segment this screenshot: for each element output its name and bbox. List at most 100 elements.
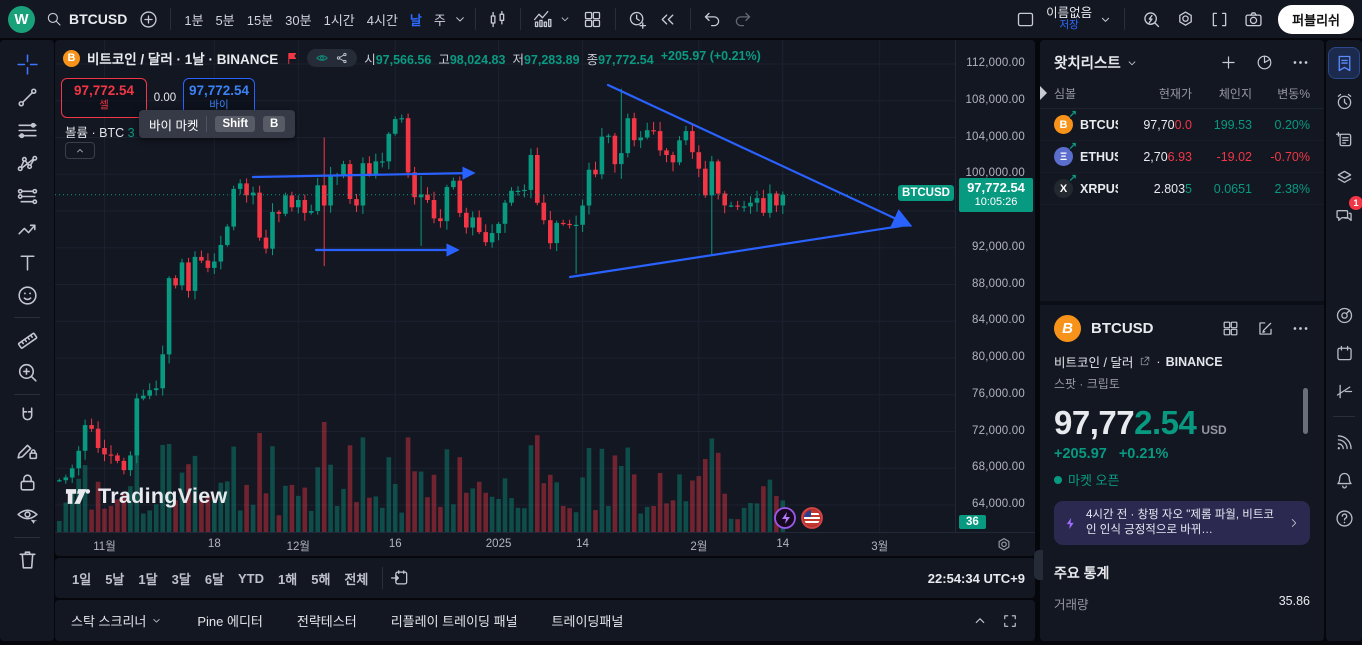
hide-drawings-tool-icon[interactable] [9, 499, 45, 532]
chart-type-icon[interactable] [483, 5, 513, 33]
zoom-in-tool-icon[interactable] [9, 356, 45, 389]
bar-replay-icon[interactable] [653, 5, 683, 33]
symbol-grid-icon[interactable] [1221, 319, 1240, 338]
snapshot-icon[interactable] [1238, 5, 1268, 33]
layers-sidebar-icon[interactable] [1329, 162, 1359, 192]
notifications-sidebar-icon[interactable] [1329, 465, 1359, 495]
create-alert-icon[interactable] [623, 5, 653, 33]
trash-tool-icon[interactable] [9, 543, 45, 576]
timeframe-1m[interactable]: 1분 [178, 6, 209, 33]
save-layout-button[interactable]: 저장 [1059, 19, 1078, 31]
external-link-icon[interactable] [1138, 355, 1151, 368]
market-status[interactable]: 마켓 오픈 [1054, 470, 1310, 489]
indicators-menu-icon[interactable] [558, 12, 572, 26]
legend-symbol-title[interactable]: 비트코인 / 달러 · 1날 · BINANCE [87, 48, 278, 68]
redo-icon[interactable] [728, 5, 758, 33]
timeframe-1d[interactable]: 날 [404, 6, 428, 33]
goto-date-icon[interactable] [390, 568, 410, 588]
signal-sidebar-icon[interactable] [1329, 427, 1359, 457]
text-tool-icon[interactable] [9, 246, 45, 279]
fib-lines-tool-icon[interactable] [9, 114, 45, 147]
tab-strategy-tester[interactable]: 전략테스터 [297, 611, 357, 630]
range-5y[interactable]: 5해 [304, 565, 337, 592]
watchlist-performance-icon[interactable] [1255, 53, 1274, 72]
projection-tool-icon[interactable] [9, 180, 45, 213]
notes-sidebar-icon[interactable] [1329, 124, 1359, 154]
drawing-lock-tool-icon[interactable] [9, 433, 45, 466]
range-5d[interactable]: 5날 [98, 565, 131, 592]
timeframe-4h[interactable]: 4시간 [361, 6, 404, 33]
watchlist-menu-icon[interactable] [1291, 53, 1310, 72]
help-sidebar-icon[interactable] [1329, 503, 1359, 533]
undo-icon[interactable] [698, 5, 728, 33]
xabcd-pattern-tool-icon[interactable] [9, 147, 45, 180]
lock-all-tool-icon[interactable] [9, 466, 45, 499]
range-ytd[interactable]: YTD [231, 567, 271, 590]
clock[interactable]: 22:54:34 UTC+9 [928, 571, 1025, 586]
range-all[interactable]: 전체 [337, 565, 375, 592]
watchlist-header-row[interactable]: 심볼 현재가 체인지 변동% [1040, 81, 1324, 109]
tab-trading-panel[interactable]: 트레이딩패널 [552, 611, 624, 630]
indicator-templates-icon[interactable] [578, 5, 608, 33]
timeframe-1w[interactable]: 주 [428, 6, 452, 33]
layout-name[interactable]: 이름없음 저장 [1046, 7, 1092, 31]
watchlist-row-xrpusd[interactable]: X↗ XRPUSD 2.8035 0.0651 2.38% [1040, 173, 1324, 205]
watchlist-title[interactable]: 왓치리스트 [1054, 52, 1139, 73]
panel-resize-handle[interactable] [1034, 550, 1043, 580]
chart-panel[interactable]: B 비트코인 / 달러 · 1날 · BINANCE 시97,566.56 고9… [55, 40, 1035, 556]
symbol-full-name[interactable]: 비트코인 / 달러 · BINANCE [1054, 352, 1310, 371]
timeframe-menu-icon[interactable] [452, 11, 468, 27]
scrollbar[interactable] [1303, 388, 1308, 434]
panel-maximize-icon[interactable] [1001, 612, 1019, 630]
volume-legend[interactable]: 볼륨 · BTC 3 [65, 122, 135, 141]
sell-button[interactable]: 97,772.54 셀 [61, 78, 147, 118]
magnet-tool-icon[interactable] [9, 400, 45, 433]
trend-line-tool-icon[interactable] [9, 81, 45, 114]
timeframe-30m[interactable]: 30분 [279, 6, 317, 33]
tab-replay-trading-panel[interactable]: 리플레이 트레이딩 패널 [391, 611, 518, 630]
range-1m[interactable]: 1달 [131, 565, 164, 592]
watchlist-row-ethusd[interactable]: Ξ↗ ETHUSD 2,706.93 -19.02 -0.70% [1040, 141, 1324, 173]
timeframe-5m[interactable]: 5분 [210, 6, 241, 33]
time-axis[interactable]: 11월 18 12월 16 2025 14 2월 14 3월 [55, 532, 1035, 556]
emoji-tool-icon[interactable] [9, 279, 45, 312]
calendar-sidebar-icon[interactable] [1329, 338, 1359, 368]
range-3m[interactable]: 3달 [165, 565, 198, 592]
share-icon[interactable] [335, 51, 349, 65]
tab-stock-screener[interactable]: 스탁 스크리너 [71, 611, 163, 630]
fullscreen-icon[interactable] [1204, 5, 1234, 33]
tab-pine-editor[interactable]: Pine 에디터 [197, 611, 263, 630]
range-6m[interactable]: 6달 [198, 565, 231, 592]
range-1d[interactable]: 1일 [65, 565, 98, 592]
panel-expand-icon[interactable] [971, 612, 989, 630]
legend-collapse-button[interactable] [65, 142, 95, 159]
flag-icon[interactable] [285, 51, 300, 66]
chat-sidebar-icon[interactable]: 1 [1329, 196, 1362, 230]
symbol-detail-title[interactable]: BTCUSD [1091, 320, 1154, 337]
object-tree-sidebar-icon[interactable] [1329, 376, 1359, 406]
timeframe-1h[interactable]: 1시간 [318, 6, 361, 33]
price-axis[interactable]: 97,772.54 10:05:26 36 112,000.00 108,000.… [955, 40, 1035, 532]
news-banner[interactable]: 4시간 전 · 창펑 자오 "제롬 파월, 비트코인 인식 긍정적으로 바뀌… [1054, 501, 1310, 545]
timeframe-15m[interactable]: 15분 [241, 6, 279, 33]
edit-note-icon[interactable] [1256, 319, 1275, 338]
publish-button[interactable]: 퍼블리쉬 [1278, 4, 1354, 34]
layout-menu-icon[interactable] [1098, 12, 1113, 27]
compare-add-icon[interactable] [133, 5, 163, 33]
arrow-wave-tool-icon[interactable] [9, 213, 45, 246]
settings-icon[interactable] [1170, 5, 1200, 33]
layout-select-icon[interactable] [1010, 5, 1040, 33]
add-symbol-icon[interactable] [1219, 53, 1238, 72]
watchlist-row-btcusd[interactable]: B↗ BTCUSD 97,700.0 199.53 0.20% [1040, 109, 1324, 141]
symbol-menu-icon[interactable] [1291, 319, 1310, 338]
range-1y[interactable]: 1해 [271, 565, 304, 592]
symbol-search[interactable]: BTCUSD [45, 10, 127, 28]
indicators-icon[interactable] [528, 5, 558, 33]
user-avatar[interactable]: W [8, 5, 35, 33]
ruler-tool-icon[interactable] [9, 323, 45, 356]
crosshair-tool-icon[interactable] [9, 48, 45, 81]
axis-settings-icon[interactable] [995, 536, 1013, 554]
watchlist-sidebar-icon[interactable] [1328, 47, 1360, 79]
eye-icon[interactable] [315, 51, 329, 65]
alerts-sidebar-icon[interactable] [1329, 86, 1359, 116]
